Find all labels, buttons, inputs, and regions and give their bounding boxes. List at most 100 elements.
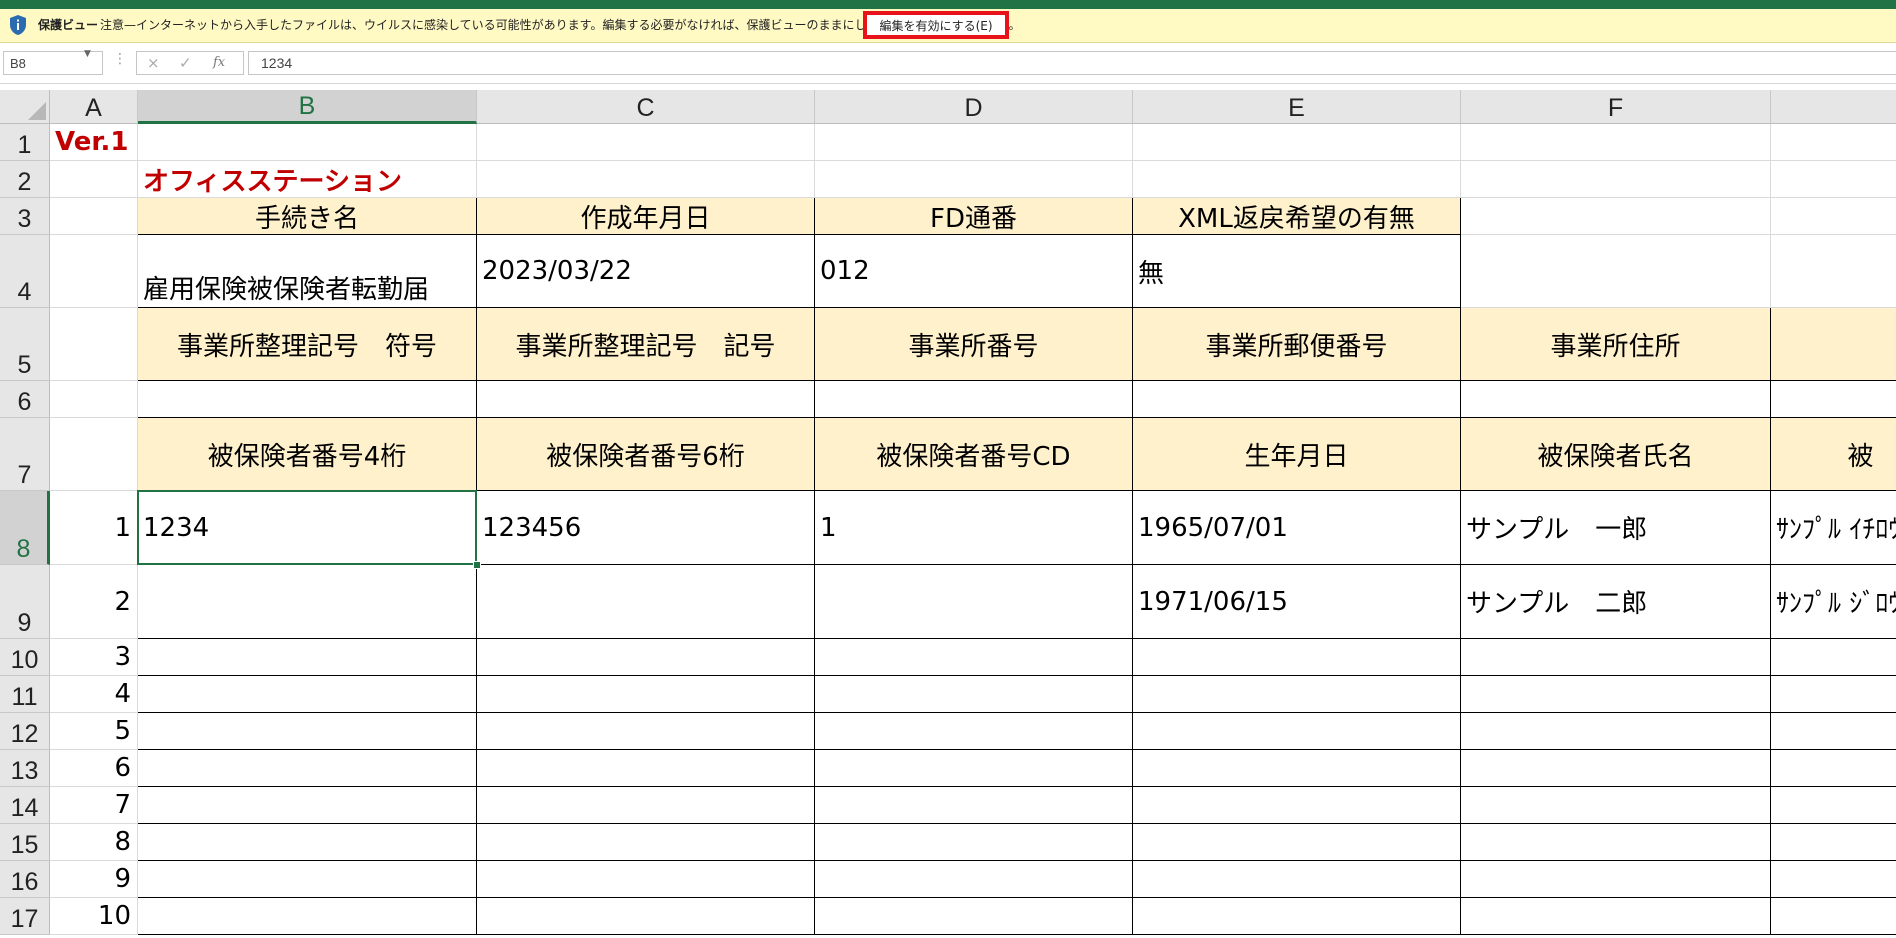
row-header-13[interactable]: 13 — [0, 750, 50, 787]
cell-e13[interactable] — [1133, 750, 1461, 787]
cell-b6[interactable] — [138, 381, 477, 418]
cell-b10[interactable] — [138, 639, 477, 676]
cell-d10[interactable] — [815, 639, 1133, 676]
cell-a17[interactable]: 10 — [50, 898, 138, 935]
chevron-down-icon[interactable]: ▼ — [84, 49, 91, 59]
cell-a1[interactable]: Ver.1 — [50, 124, 138, 161]
cell-g3[interactable] — [1771, 198, 1896, 235]
cell-f7[interactable]: 被保険者氏名 — [1461, 418, 1771, 491]
cell-f16[interactable] — [1461, 861, 1771, 898]
row-header-3[interactable]: 3 — [0, 198, 50, 235]
cell-b7[interactable]: 被保険者番号4桁 — [138, 418, 477, 491]
cell-f6[interactable] — [1461, 381, 1771, 418]
cell-a9[interactable]: 2 — [50, 565, 138, 639]
cell-e1[interactable] — [1133, 124, 1461, 161]
cell-g10[interactable] — [1771, 639, 1896, 676]
cell-g16[interactable] — [1771, 861, 1896, 898]
cell-e12[interactable] — [1133, 713, 1461, 750]
cell-d17[interactable] — [815, 898, 1133, 935]
row-header-4[interactable]: 4 — [0, 235, 50, 308]
cell-f17[interactable] — [1461, 898, 1771, 935]
cell-c7[interactable]: 被保険者番号6桁 — [477, 418, 815, 491]
more-options-icon[interactable]: ⋮ — [113, 51, 127, 67]
cell-g15[interactable] — [1771, 824, 1896, 861]
row-header-17[interactable]: 17 — [0, 898, 50, 935]
cell-f11[interactable] — [1461, 676, 1771, 713]
cell-d11[interactable] — [815, 676, 1133, 713]
cell-d12[interactable] — [815, 713, 1133, 750]
cell-f14[interactable] — [1461, 787, 1771, 824]
cell-e14[interactable] — [1133, 787, 1461, 824]
cell-a10[interactable]: 3 — [50, 639, 138, 676]
cell-g7[interactable]: 被 — [1771, 418, 1896, 491]
cell-c4[interactable]: 2023/03/22 — [477, 235, 815, 308]
cell-d4[interactable]: 012 — [815, 235, 1133, 308]
cell-g14[interactable] — [1771, 787, 1896, 824]
cell-f8[interactable]: サンプル 一郎 — [1461, 491, 1771, 565]
cell-e11[interactable] — [1133, 676, 1461, 713]
cell-d5[interactable]: 事業所番号 — [815, 308, 1133, 381]
cell-g6[interactable] — [1771, 381, 1896, 418]
row-header-14[interactable]: 14 — [0, 787, 50, 824]
cell-e4[interactable]: 無 — [1133, 235, 1461, 308]
cell-e10[interactable] — [1133, 639, 1461, 676]
cell-f15[interactable] — [1461, 824, 1771, 861]
cell-f3[interactable] — [1461, 198, 1771, 235]
row-header-10[interactable]: 10 — [0, 639, 50, 676]
cell-b16[interactable] — [138, 861, 477, 898]
cell-a7[interactable] — [50, 418, 138, 491]
row-header-5[interactable]: 5 — [0, 308, 50, 381]
enter-icon[interactable]: ✓ — [179, 54, 192, 72]
cell-c1[interactable] — [477, 124, 815, 161]
cell-d13[interactable] — [815, 750, 1133, 787]
cell-e15[interactable] — [1133, 824, 1461, 861]
cell-c6[interactable] — [477, 381, 815, 418]
cell-c11[interactable] — [477, 676, 815, 713]
cancel-icon[interactable]: × — [147, 54, 160, 72]
cell-b8[interactable]: 1234 — [138, 491, 477, 565]
cell-f5[interactable]: 事業所住所 — [1461, 308, 1771, 381]
cell-f10[interactable] — [1461, 639, 1771, 676]
cell-b15[interactable] — [138, 824, 477, 861]
cell-f9[interactable]: サンプル 二郎 — [1461, 565, 1771, 639]
cell-g8[interactable]: ｻﾝﾌﾟﾙ ｲﾁﾛｳ — [1771, 491, 1896, 565]
column-header-partial[interactable] — [1771, 90, 1896, 124]
cell-e16[interactable] — [1133, 861, 1461, 898]
cell-d7[interactable]: 被保険者番号CD — [815, 418, 1133, 491]
row-header-2[interactable]: 2 — [0, 161, 50, 198]
cell-d6[interactable] — [815, 381, 1133, 418]
row-header-8[interactable]: 8 — [0, 491, 50, 565]
cell-a16[interactable]: 9 — [50, 861, 138, 898]
fill-handle[interactable] — [473, 561, 481, 569]
cell-a3[interactable] — [50, 198, 138, 235]
cell-g4[interactable] — [1771, 235, 1896, 308]
insert-function-icon[interactable]: fx — [213, 55, 225, 70]
cell-c9[interactable] — [477, 565, 815, 639]
cell-a4[interactable] — [50, 235, 138, 308]
cell-c5[interactable]: 事業所整理記号 記号 — [477, 308, 815, 381]
cell-e9[interactable]: 1971/06/15 — [1133, 565, 1461, 639]
column-header-d[interactable]: D — [815, 90, 1133, 124]
cell-f13[interactable] — [1461, 750, 1771, 787]
cell-b17[interactable] — [138, 898, 477, 935]
cell-c3[interactable]: 作成年月日 — [477, 198, 815, 235]
cell-e17[interactable] — [1133, 898, 1461, 935]
cell-b1[interactable] — [138, 124, 477, 161]
cell-b9[interactable] — [138, 565, 477, 639]
cell-d9[interactable] — [815, 565, 1133, 639]
cell-a6[interactable] — [50, 381, 138, 418]
column-header-c[interactable]: C — [477, 90, 815, 124]
cell-g13[interactable] — [1771, 750, 1896, 787]
cell-c14[interactable] — [477, 787, 815, 824]
cell-d14[interactable] — [815, 787, 1133, 824]
cell-g1[interactable] — [1771, 124, 1896, 161]
cell-e6[interactable] — [1133, 381, 1461, 418]
cell-c16[interactable] — [477, 861, 815, 898]
cell-g12[interactable] — [1771, 713, 1896, 750]
formula-input[interactable]: 1234 — [248, 51, 1896, 75]
cell-c17[interactable] — [477, 898, 815, 935]
cell-c8[interactable]: 123456 — [477, 491, 815, 565]
cell-a12[interactable]: 5 — [50, 713, 138, 750]
row-header-7[interactable]: 7 — [0, 418, 50, 491]
cell-f4[interactable] — [1461, 235, 1771, 308]
